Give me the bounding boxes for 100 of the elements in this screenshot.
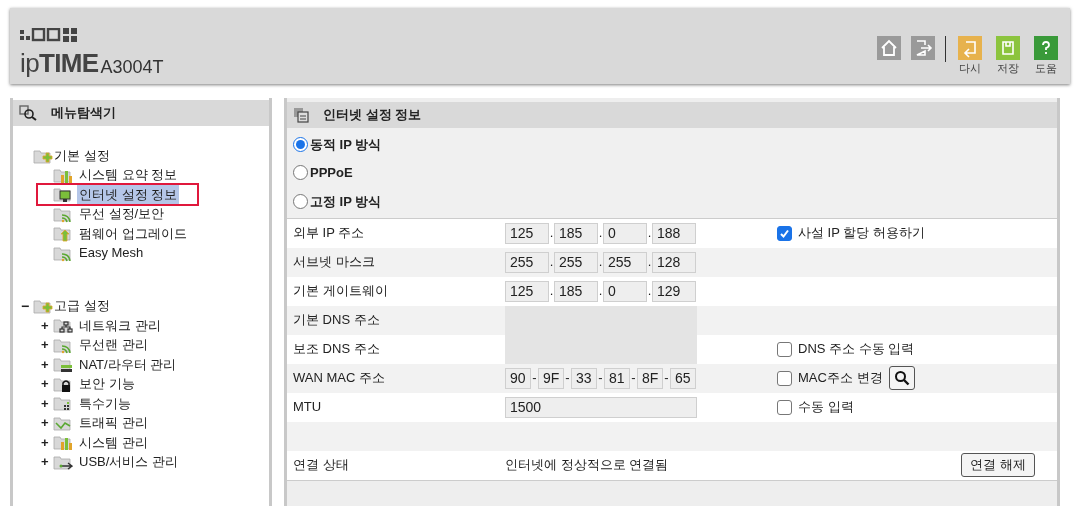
input-field[interactable]: 8F: [637, 367, 663, 389]
tree-item[interactable]: 네트워크 관리: [77, 315, 163, 335]
input-field[interactable]: 125: [505, 222, 549, 244]
expand-toggle[interactable]: +: [41, 315, 49, 335]
radio-button[interactable]: [293, 165, 308, 181]
field-label: MTU: [292, 398, 323, 417]
folder-plus-icon: [33, 297, 53, 315]
input-field[interactable]: 185: [554, 222, 598, 244]
model-name: A3004T: [100, 58, 164, 76]
checkbox[interactable]: [777, 399, 792, 415]
input-field[interactable]: 128: [652, 251, 696, 273]
separator: -: [597, 369, 604, 388]
expand-toggle[interactable]: +: [41, 452, 49, 472]
separator: .: [549, 282, 554, 301]
expand-toggle[interactable]: +: [41, 432, 49, 452]
radio-label: 고정 IP 방식: [310, 192, 382, 211]
disconnect-button[interactable]: 연결 해제: [961, 453, 1035, 477]
panel-title: 메뉴탐색기: [51, 104, 116, 123]
separator: .: [598, 253, 603, 272]
toolbar-button[interactable]: 도움: [1032, 36, 1060, 74]
separator: -: [663, 369, 670, 388]
input-field[interactable]: 125: [505, 280, 549, 302]
tree-item[interactable]: USB/서비스 관리: [77, 452, 180, 472]
input-field[interactable]: 188: [652, 222, 696, 244]
chart-icon: [53, 433, 73, 452]
expand-toggle[interactable]: +: [41, 393, 49, 413]
status-label: 연결 상태: [292, 456, 350, 475]
input-field[interactable]: 1500: [505, 396, 697, 418]
radio-button[interactable]: [293, 136, 308, 152]
exit-icon[interactable]: [911, 36, 935, 60]
radio-label: PPPoE: [310, 164, 353, 182]
search-button[interactable]: [888, 366, 915, 390]
separator: -: [531, 369, 538, 388]
check-icon: [779, 227, 790, 239]
input-field[interactable]: 90: [505, 367, 531, 389]
field-label: 서브넷 마스크: [292, 253, 376, 272]
tree-item[interactable]: Easy Mesh: [77, 243, 146, 263]
tree-item[interactable]: 인터넷 설정 정보: [77, 184, 180, 204]
input-field[interactable]: 129: [652, 280, 696, 302]
separator: -: [564, 369, 571, 388]
expand-toggle[interactable]: +: [41, 335, 49, 355]
field-label: WAN MAC 주소: [292, 369, 386, 388]
input-field[interactable]: 65: [670, 367, 696, 389]
search-icon: [893, 370, 910, 386]
checkbox[interactable]: [777, 341, 792, 357]
input-field[interactable]: 0: [603, 280, 647, 302]
separator: .: [647, 224, 652, 243]
input-field[interactable]: 33: [571, 367, 597, 389]
checkbox-label: 수동 입력: [798, 398, 854, 417]
brand-logo: ipTIME: [20, 50, 99, 76]
field-label: 기본 DNS 주소: [292, 311, 381, 330]
tree-item[interactable]: 특수기능: [77, 393, 133, 413]
tree-item[interactable]: 고급 설정: [54, 296, 110, 316]
separator: .: [598, 282, 603, 301]
tree-item[interactable]: 트래픽 관리: [77, 413, 150, 433]
upload-icon: [53, 224, 73, 243]
input-field[interactable]: 0: [603, 222, 647, 244]
window-icon: [293, 107, 309, 123]
radio-button[interactable]: [293, 193, 308, 209]
router-icon: [53, 355, 73, 374]
tree-item[interactable]: 무선랜 관리: [77, 335, 150, 355]
tree-item[interactable]: 시스템 요약 정보: [77, 165, 180, 185]
tree-item[interactable]: 기본 설정: [54, 145, 110, 166]
undo-icon: [958, 36, 982, 60]
input-field[interactable]: 255: [554, 251, 598, 273]
checkbox[interactable]: [777, 370, 792, 386]
field-label: 외부 IP 주소: [292, 224, 366, 243]
separator: -: [630, 369, 637, 388]
checkbox[interactable]: [777, 225, 792, 241]
field-label: 보조 DNS 주소: [292, 340, 381, 359]
input-field[interactable]: 255: [505, 251, 549, 273]
expand-toggle[interactable]: +: [41, 413, 49, 433]
logo-mark-icon: [20, 28, 78, 42]
dots-icon: [53, 394, 73, 413]
tree-item[interactable]: 시스템 관리: [77, 432, 150, 452]
separator: .: [647, 282, 652, 301]
tree-item[interactable]: 보안 기능: [77, 374, 137, 394]
input-field[interactable]: 81: [604, 367, 630, 389]
tree-item[interactable]: 무선 설정/보안: [77, 204, 167, 224]
separator: .: [549, 224, 554, 243]
expand-toggle[interactable]: +: [41, 374, 49, 394]
input-field[interactable]: 9F: [538, 367, 564, 389]
checkbox-label: 사설 IP 할당 허용하기: [798, 224, 925, 243]
input-field[interactable]: 185: [554, 280, 598, 302]
input-field[interactable]: 255: [603, 251, 647, 273]
network-icon: [53, 316, 73, 335]
panel-title: 인터넷 설정 정보: [323, 106, 422, 125]
checkbox-label: MAC주소 변경: [798, 369, 883, 388]
expand-toggle[interactable]: +: [41, 354, 49, 374]
toolbar-button[interactable]: 저장: [994, 36, 1022, 74]
separator: .: [549, 253, 554, 272]
help-icon: [1034, 36, 1058, 60]
tree-item[interactable]: 펌웨어 업그레이드: [77, 223, 189, 243]
monitor-icon: [53, 185, 73, 204]
separator: .: [647, 253, 652, 272]
collapse-toggle[interactable]: −: [21, 295, 30, 317]
tree-item[interactable]: NAT/라우터 관리: [77, 354, 179, 374]
home-icon[interactable]: [877, 36, 901, 60]
toolbar-button[interactable]: 다시: [956, 36, 984, 74]
radio-label: 동적 IP 방식: [310, 135, 382, 154]
